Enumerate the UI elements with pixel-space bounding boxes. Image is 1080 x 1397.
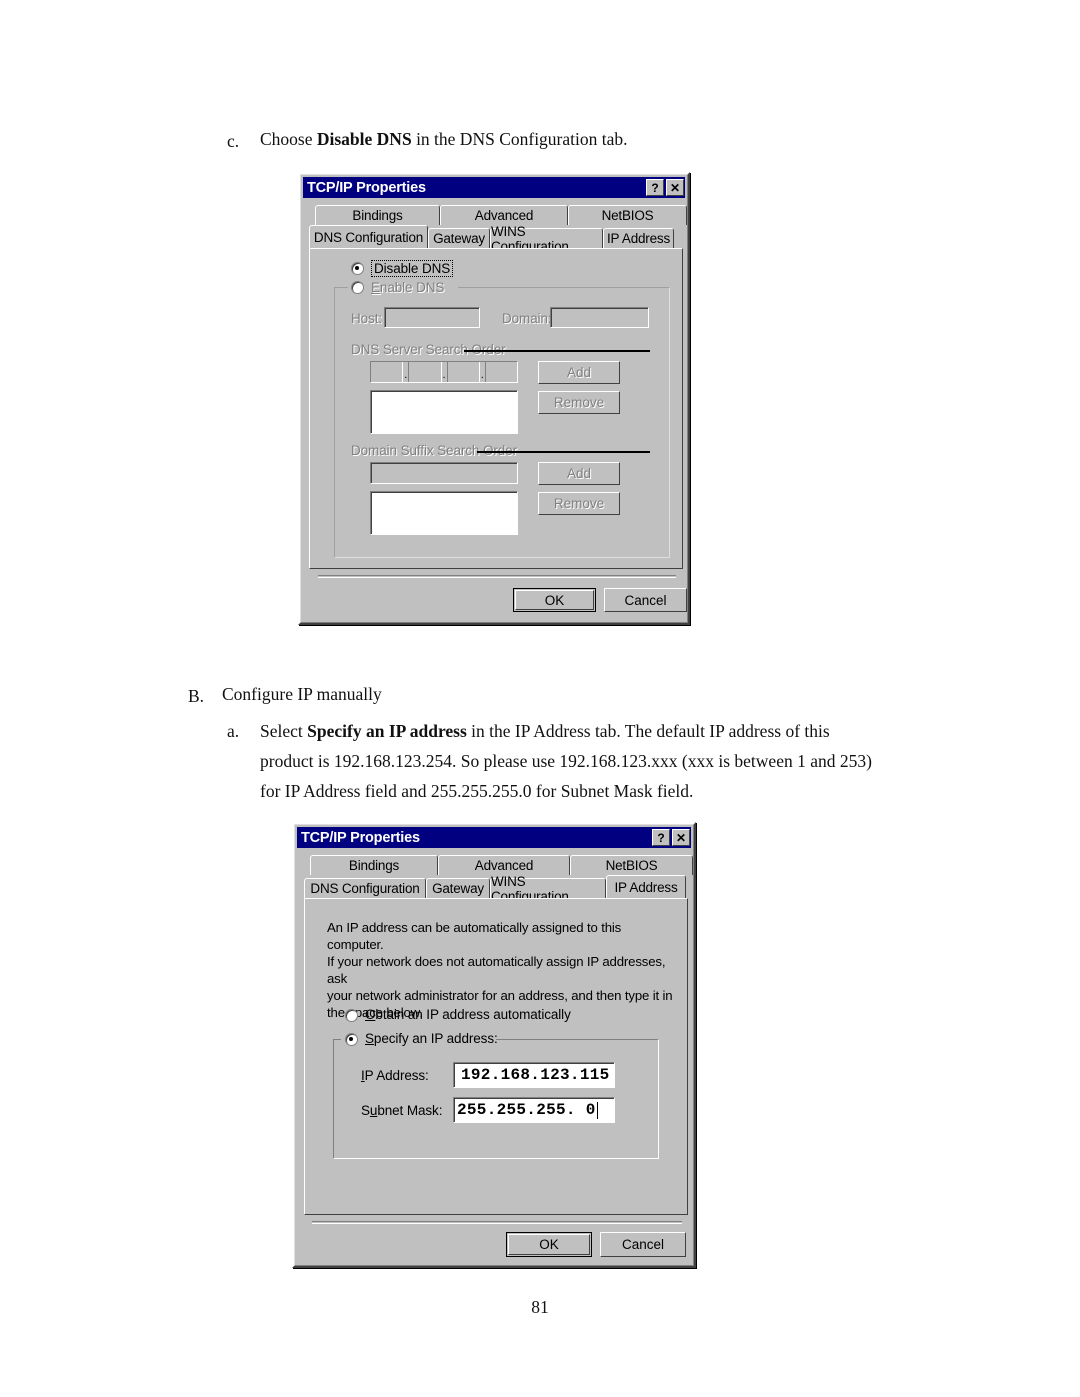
dns-dialog-titlebar: TCP/IP Properties ? ✕ [303,177,685,198]
radio-specify-ip-address-label[interactable]: Specify an IP address: [365,1031,498,1046]
suffix-add-button[interactable]: Add [538,462,620,485]
section-b-marker: B. [188,686,205,706]
close-icon[interactable]: ✕ [672,829,690,846]
help-icon[interactable]: ? [646,179,664,196]
dns-server-ip-input[interactable]: . . . [370,361,518,383]
ip-dialog-titlebar-buttons: ? ✕ [652,829,691,846]
step-a-line-3: for IP Address field and 255.255.255.0 f… [260,781,694,801]
tcpip-properties-ip-dialog[interactable]: TCP/IP Properties ? ✕ Bindings Advanced … [292,822,696,1268]
radio-specify-ip-address[interactable] [345,1033,358,1046]
step-a-line-2: product is 192.168.123.254. So please us… [260,751,872,771]
ip-tab-row-2: DNS Configuration Gateway WINS Configura… [304,874,686,904]
radio-disable-dns-label[interactable]: Disable DNS [371,260,454,277]
step-c-text-after: in the DNS Configuration tab. [411,129,628,149]
step-c-marker: c. [227,131,240,151]
dns-server-list[interactable] [370,390,518,434]
step-c-bold: Disable DNS [316,129,412,149]
radio-enable-dns[interactable] [351,281,364,294]
radio-enable-dns-label[interactable]: Enable DNS [371,280,444,295]
dns-cancel-button[interactable]: Cancel [604,588,687,612]
dns-ip-octet-4[interactable] [485,362,517,382]
tab-ip-address[interactable]: IP Address [606,875,686,898]
section-b-text: Configure IP manually [222,684,382,704]
dns-ok-button[interactable]: OK [513,588,596,612]
help-icon[interactable]: ? [652,829,670,846]
ip-dialog-title: TCP/IP Properties [301,829,420,846]
domain-label: Domain: [502,311,552,326]
suffix-remove-button[interactable]: Remove [538,492,620,515]
ip-ok-button-label: OK [539,1237,559,1252]
subnet-mask-value: 255.255.255. 0 [457,1099,599,1121]
host-label: Host: [351,311,383,326]
tab-wins-configuration[interactable]: WINS Configuration [490,874,606,904]
tab-ip-address[interactable]: IP Address [603,228,674,248]
host-input[interactable] [384,307,480,328]
radio-obtain-ip-automatically[interactable] [345,1009,358,1022]
step-c-text: Choose Disable DNS in the DNS Configurat… [260,129,628,149]
step-a-line1-before: Select [260,721,308,741]
tab-advanced[interactable]: Advanced [438,855,570,875]
domain-suffix-input[interactable] [370,462,518,484]
dns-dialog-titlebar-buttons: ? ✕ [646,179,685,196]
ip-ok-button[interactable]: OK [506,1232,592,1257]
dns-ip-octet-2[interactable] [409,362,441,382]
dns-remove-button[interactable]: Remove [538,391,620,414]
tab-gateway[interactable]: Gateway [428,228,490,248]
tab-gateway[interactable]: Gateway [426,878,490,898]
ip-address-label: IP Address: [361,1068,429,1083]
dns-add-button[interactable]: Add [538,361,620,384]
dns-footer-separator [318,575,676,578]
subnet-mask-value-text: 255.255.255. 0 [457,1101,596,1119]
domain-input[interactable] [550,307,649,328]
ip-tab-row-1: Bindings Advanced NetBIOS [310,855,693,875]
dns-tab-row-1: Bindings Advanced NetBIOS [315,205,687,225]
tab-bindings[interactable]: Bindings [315,205,440,225]
step-a-line-1: Select Specify an IP address in the IP A… [260,721,830,742]
dns-tab-panel: Disable DNS Enable DNS Host: Domain: DNS… [309,248,683,569]
dns-search-order-rule [464,350,650,352]
dns-ok-button-label: OK [544,592,565,608]
step-a-bold: Specify an IP address [307,721,467,741]
page-number: 81 [531,1297,549,1317]
dns-ip-dot-2: . [440,362,448,382]
subnet-mask-label: Subnet Mask: [361,1103,443,1118]
ip-tab-panel: An IP address can be automatically assig… [304,898,688,1215]
ip-description-text: An IP address can be automatically assig… [327,920,673,1020]
ip-footer-separator [312,1221,682,1224]
dns-tab-row-2: DNS Configuration Gateway WINS Configura… [309,224,674,254]
ip-address-value: 192.168.123.115 [461,1066,610,1084]
tab-dns-configuration[interactable]: DNS Configuration [309,225,428,248]
tab-dns-configuration[interactable]: DNS Configuration [304,878,426,898]
radio-disable-dns[interactable] [351,262,364,275]
ip-dialog-titlebar: TCP/IP Properties ? ✕ [297,827,691,848]
dns-ip-dot-3: . [478,362,486,382]
tab-netbios[interactable]: NetBIOS [570,855,693,875]
domain-suffix-list[interactable] [370,491,518,535]
dns-dialog-title: TCP/IP Properties [307,179,426,196]
step-a-line1-after: in the IP Address tab. The default IP ad… [466,721,830,741]
text-caret [596,1101,599,1119]
dns-ip-octet-3[interactable] [447,362,479,382]
ip-cancel-button[interactable]: Cancel [600,1232,686,1257]
radio-obtain-ip-automatically-label[interactable]: Obtain an IP address automatically [365,1007,571,1022]
tab-bindings[interactable]: Bindings [310,855,438,875]
suffix-search-order-rule [477,451,650,453]
tab-wins-configuration[interactable]: WINS Configuration [490,224,603,254]
step-c-text-before: Choose [260,129,317,149]
tab-netbios[interactable]: NetBIOS [568,205,687,225]
tcpip-properties-dns-dialog[interactable]: TCP/IP Properties ? ✕ Bindings Advanced … [298,172,690,625]
tab-advanced[interactable]: Advanced [440,205,568,225]
dns-ip-dot-1: . [402,362,410,382]
step-a-marker: a. [227,721,240,741]
dns-ip-octet-1[interactable] [371,362,403,382]
close-icon[interactable]: ✕ [666,179,684,196]
